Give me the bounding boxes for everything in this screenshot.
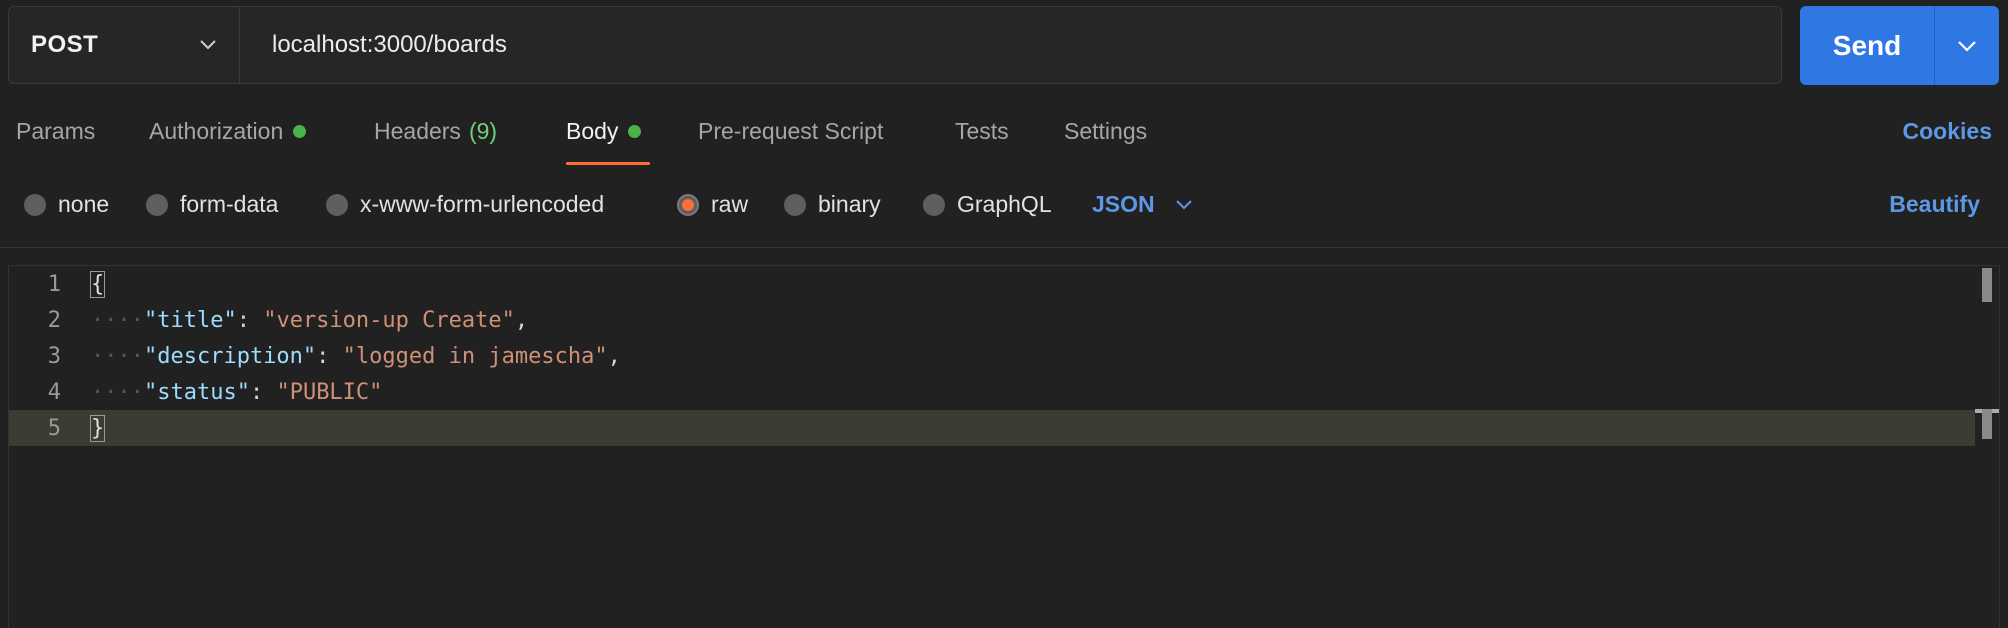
indent-guide: ···· (91, 307, 144, 333)
body-type-label: raw (711, 191, 749, 217)
cookies-link[interactable]: Cookies (1903, 118, 1992, 145)
json-value: "version-up Create" (263, 307, 515, 333)
json-key: "description" (143, 343, 317, 369)
tab-tests[interactable]: Tests (955, 118, 1009, 145)
tab-settings[interactable]: Settings (1064, 118, 1147, 145)
cursor-marker-bar (1982, 409, 1992, 439)
close-brace: } (89, 414, 106, 442)
chevron-down-icon (1958, 40, 1976, 52)
json-colon: : (316, 343, 343, 369)
radio-icon (146, 193, 168, 216)
editor-line: 3 ····"description": "logged in jamescha… (9, 338, 1975, 374)
line-number: 2 (47, 307, 61, 333)
tab-body[interactable]: Body (566, 118, 642, 145)
body-type-form-data[interactable]: form-data (146, 191, 278, 218)
body-type-none[interactable]: none (24, 191, 109, 218)
tab-label: Pre-request Script (698, 118, 884, 144)
headers-count-badge: (9) (468, 118, 498, 144)
body-type-label: binary (818, 191, 881, 217)
body-type-label: form-data (180, 191, 279, 217)
json-comma: , (607, 343, 621, 369)
radio-icon (326, 193, 348, 216)
method-select[interactable]: POST (9, 7, 240, 83)
line-content: } (89, 414, 106, 442)
radio-icon (24, 193, 46, 216)
status-dot-icon (293, 125, 307, 138)
tab-pre-request-script[interactable]: Pre-request Script (698, 118, 883, 145)
url-input[interactable]: localhost:3000/boards (240, 7, 1781, 83)
json-colon: : (249, 379, 277, 405)
send-button-group: Send (1800, 6, 1999, 85)
body-type-label: none (58, 191, 110, 217)
request-bar: POST localhost:3000/boards (8, 6, 1782, 84)
line-content: ····"description": "logged in jamescha", (91, 344, 621, 369)
chevron-down-icon (200, 40, 216, 50)
line-number: 4 (47, 379, 61, 405)
body-type-binary[interactable]: binary (784, 191, 881, 218)
code-editor[interactable]: 1 { 2 ····"title": "version-up Create", … (8, 265, 2000, 628)
json-comma: , (514, 307, 529, 333)
indent-guide: ···· (91, 343, 144, 369)
line-content: ····"title": "version-up Create", (91, 308, 528, 333)
tab-authorization[interactable]: Authorization (149, 118, 307, 145)
body-type-raw[interactable]: raw (677, 191, 748, 218)
tab-label: Headers (374, 118, 461, 144)
tab-label: Tests (955, 118, 1009, 144)
json-key: "title" (143, 307, 237, 333)
indent-guide: ···· (91, 379, 144, 405)
editor-line-current: 5 } (9, 410, 1975, 446)
line-number: 5 (47, 415, 61, 441)
method-label: POST (31, 31, 99, 58)
line-content: { (89, 270, 106, 298)
tab-label: Params (16, 118, 96, 144)
body-type-graphql[interactable]: GraphQL (923, 191, 1052, 218)
editor-line: 2 ····"title": "version-up Create", (9, 302, 1975, 338)
send-options-button[interactable] (1935, 6, 1999, 85)
request-tabs: Params Authorization Headers (9) Body Pr… (0, 104, 2008, 166)
tab-label: Settings (1064, 118, 1148, 144)
radio-icon (923, 193, 945, 216)
editor-scrollbar[interactable] (1975, 266, 1999, 628)
open-brace: { (89, 270, 106, 298)
json-colon: : (236, 307, 264, 333)
status-dot-icon (628, 125, 642, 138)
radio-icon (784, 193, 806, 216)
body-type-urlencoded[interactable]: x-www-form-urlencoded (326, 191, 604, 218)
json-value: "logged in jamescha" (342, 343, 608, 369)
editor-line: 4 ····"status": "PUBLIC" (9, 374, 1975, 410)
raw-format-label: JSON (1092, 191, 1155, 217)
send-button[interactable]: Send (1800, 6, 1935, 85)
raw-format-select[interactable]: JSON (1092, 191, 1193, 218)
active-tab-indicator (566, 162, 650, 165)
scrollbar-thumb[interactable] (1982, 268, 1992, 302)
tab-label: Body (566, 118, 619, 144)
chevron-down-icon (1175, 199, 1192, 209)
tab-label: Authorization (149, 118, 284, 144)
tab-headers[interactable]: Headers (9) (374, 118, 497, 145)
tab-params[interactable]: Params (16, 118, 95, 145)
beautify-button[interactable]: Beautify (1889, 191, 1980, 218)
json-key: "status" (143, 379, 250, 405)
editor-line: 1 { (9, 266, 1975, 302)
body-type-label: GraphQL (957, 191, 1052, 217)
line-number: 1 (47, 271, 61, 297)
body-type-selector: none form-data x-www-form-urlencoded raw… (0, 186, 2008, 226)
line-content: ····"status": "PUBLIC" (91, 380, 382, 405)
line-number: 3 (47, 343, 61, 369)
divider (0, 247, 2008, 248)
body-type-label: x-www-form-urlencoded (360, 191, 605, 217)
json-value: "PUBLIC" (276, 379, 383, 405)
radio-selected-icon (677, 193, 699, 216)
